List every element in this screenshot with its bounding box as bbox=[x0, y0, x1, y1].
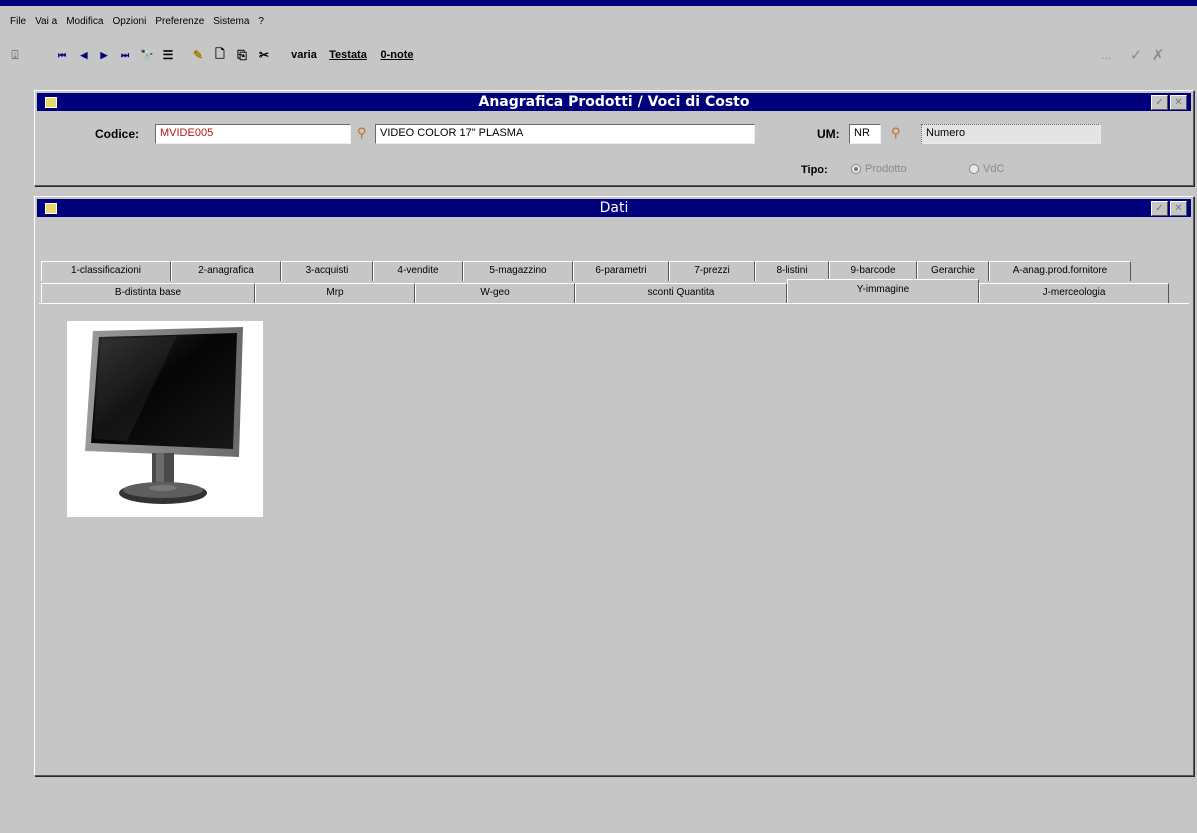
tab-prezzi[interactable]: 7-prezzi bbox=[669, 261, 755, 281]
menu-preferenze[interactable]: Preferenze bbox=[155, 16, 204, 32]
tab-vendite[interactable]: 4-vendite bbox=[373, 261, 463, 281]
next-record-icon[interactable]: ▶ bbox=[98, 46, 110, 64]
new-document-icon[interactable]: 🗋 bbox=[212, 46, 228, 64]
anagrafica-title: Anagrafica Prodotti / Voci di Costo bbox=[478, 94, 750, 110]
pin-icon[interactable]: ⚲ bbox=[357, 125, 367, 141]
um-pin-icon[interactable]: ⚲ bbox=[891, 125, 901, 141]
radio-prodotto-label: Prodotto bbox=[865, 163, 907, 175]
tab-merceologia[interactable]: J-merceologia bbox=[979, 283, 1169, 303]
um-field[interactable]: NR bbox=[849, 124, 881, 144]
radio-prodotto[interactable]: Prodotto bbox=[851, 163, 907, 175]
top-border bbox=[0, 0, 1197, 6]
varia-label: varia bbox=[291, 49, 317, 61]
toolbar: ⍗ ⏮ ◀ ▶ ⏭ 🔭 ☰ ✎ 🗋 ⎘ ✂ varia Testata 0-no… bbox=[8, 46, 1188, 66]
copy-icon[interactable]: ⎘ bbox=[234, 46, 250, 64]
tab-anagrafica[interactable]: 2-anagrafica bbox=[171, 261, 281, 281]
edit-icon[interactable]: ✎ bbox=[190, 46, 206, 64]
menu-modifica[interactable]: Modifica bbox=[66, 16, 103, 32]
tab-mrp[interactable]: Mrp bbox=[255, 283, 415, 303]
more-icon[interactable]: ... bbox=[1098, 46, 1114, 64]
tab-sconti-quantita[interactable]: sconti Quantita bbox=[575, 283, 787, 303]
tab-parametri[interactable]: 6-parametri bbox=[573, 261, 669, 281]
exit-icon[interactable]: ⍗ bbox=[8, 46, 22, 64]
tab-classificazioni[interactable]: 1-classificazioni bbox=[41, 261, 171, 281]
close-icon[interactable]: ✕ bbox=[1170, 95, 1187, 110]
tab-panel-edge bbox=[39, 303, 1189, 304]
confirm-icon[interactable]: ✓ bbox=[1128, 46, 1144, 64]
um-description-field: Numero bbox=[921, 124, 1101, 144]
menu-help[interactable]: ? bbox=[258, 16, 264, 32]
radio-vdc-label: VdC bbox=[983, 163, 1005, 175]
tab-immagine[interactable]: Y-immagine bbox=[787, 279, 979, 303]
anagrafica-titlebar: Anagrafica Prodotti / Voci di Costo ✓ ✕ bbox=[37, 93, 1191, 111]
tab-listini[interactable]: 8-listini bbox=[755, 261, 829, 281]
dati-title: Dati bbox=[599, 200, 629, 216]
restore-icon[interactable]: ✓ bbox=[1151, 201, 1168, 216]
radio-vdc[interactable]: VdC bbox=[969, 163, 1004, 175]
menu-file[interactable]: File bbox=[10, 16, 26, 32]
descrizione-field[interactable]: VIDEO COLOR 17" PLASMA bbox=[375, 124, 755, 144]
search-icon[interactable]: 🔭 bbox=[138, 46, 156, 64]
codice-label: Codice: bbox=[95, 127, 140, 141]
tab-magazzino[interactable]: 5-magazzino bbox=[463, 261, 573, 281]
testata-button[interactable]: Testata bbox=[326, 46, 370, 64]
dati-window: Dati ✓ ✕ 1-classificazioni 2-anagrafica … bbox=[34, 196, 1194, 776]
menu-sistema[interactable]: Sistema bbox=[213, 16, 249, 32]
tab-barcode[interactable]: 9-barcode bbox=[829, 261, 917, 281]
menu-bar: File Vai a Modifica Opzioni Preferenze S… bbox=[10, 16, 264, 32]
tab-geo[interactable]: W-geo bbox=[415, 283, 575, 303]
first-record-icon[interactable]: ⏮ bbox=[56, 46, 68, 64]
note-button[interactable]: 0-note bbox=[374, 46, 420, 64]
cut-icon[interactable]: ✂ bbox=[256, 46, 272, 64]
tab-distinta-base[interactable]: B-distinta base bbox=[41, 283, 255, 303]
restore-icon[interactable]: ✓ bbox=[1151, 95, 1168, 110]
list-icon[interactable]: ☰ bbox=[160, 46, 176, 64]
last-record-icon[interactable]: ⏭ bbox=[118, 46, 132, 64]
tab-gerarchie[interactable]: Gerarchie bbox=[917, 261, 989, 281]
dati-titlebar: Dati ✓ ✕ bbox=[37, 199, 1191, 217]
anagrafica-window: Anagrafica Prodotti / Voci di Costo ✓ ✕ … bbox=[34, 90, 1194, 186]
monitor-icon bbox=[85, 327, 243, 504]
radio-prodotto-dot[interactable] bbox=[851, 164, 861, 174]
codice-field[interactable]: MVIDE005 bbox=[155, 124, 351, 144]
menu-opzioni[interactable]: Opzioni bbox=[112, 16, 146, 32]
tab-row-2: B-distinta base Mrp W-geo sconti Quantit… bbox=[41, 279, 1169, 303]
close-icon[interactable]: ✕ bbox=[1170, 201, 1187, 216]
menu-vai-a[interactable]: Vai a bbox=[35, 16, 57, 32]
product-image bbox=[67, 321, 263, 517]
um-label: UM: bbox=[817, 127, 840, 141]
tab-row-1: 1-classificazioni 2-anagrafica 3-acquist… bbox=[41, 261, 1131, 281]
radio-vdc-dot[interactable] bbox=[969, 164, 979, 174]
tab-anag-prod-fornitore[interactable]: A-anag.prod.fornitore bbox=[989, 261, 1131, 281]
tipo-label: Tipo: bbox=[801, 164, 828, 176]
prev-record-icon[interactable]: ◀ bbox=[78, 46, 90, 64]
tab-acquisti[interactable]: 3-acquisti bbox=[281, 261, 373, 281]
cancel-icon[interactable]: ✗ bbox=[1150, 46, 1166, 64]
